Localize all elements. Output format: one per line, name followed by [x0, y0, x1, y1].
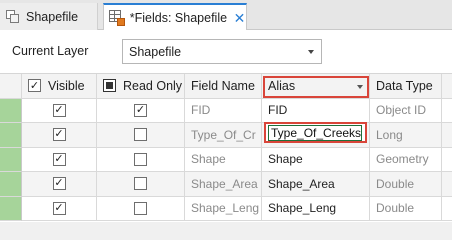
overflow-cell	[442, 172, 452, 197]
read-only-checkbox[interactable]	[134, 128, 147, 142]
read-only-cell	[97, 172, 185, 197]
column-header-read-only[interactable]: Read Only	[97, 74, 185, 99]
alias-cell[interactable]: FID	[262, 98, 370, 123]
column-label: Data Type	[376, 78, 433, 93]
column-label: Visible	[48, 78, 85, 93]
select-all-cell[interactable]	[0, 74, 22, 99]
tab-shapefile[interactable]: Shapefile	[0, 3, 98, 30]
column-header-data-type[interactable]: Data Type	[370, 74, 442, 99]
alias-input[interactable]: Type_Of_Creeks	[268, 124, 362, 141]
visible-cell: ✓	[22, 123, 97, 148]
overflow-cell	[442, 99, 452, 123]
visible-checkbox[interactable]: ✓	[52, 152, 66, 166]
table-row[interactable]: ✓ Shape_Area Shape_Area Double	[0, 172, 452, 197]
field-name-cell: Shape_Area	[185, 172, 262, 197]
read-only-all-checkbox[interactable]	[103, 79, 116, 93]
data-type-cell: Double	[370, 172, 442, 197]
field-name-cell: Type_Of_Cr	[185, 123, 262, 148]
overflow-cell	[442, 197, 452, 221]
column-label: Alias	[268, 78, 296, 93]
data-type-cell: Geometry	[370, 147, 442, 172]
table-row[interactable]: ✓ Shape Shape Geometry	[0, 147, 452, 172]
tab-bar: Shapefile *Fields: Shapefile ✕	[0, 0, 452, 31]
tab-label: *Fields: Shapefile	[129, 11, 228, 25]
table-row[interactable]: ✓ ✓ FID FID Object ID	[0, 98, 452, 123]
column-header-field-name[interactable]: Field Name	[185, 74, 262, 99]
read-only-checkbox[interactable]	[134, 201, 147, 215]
data-type-cell: Object ID	[370, 98, 442, 123]
close-icon[interactable]: ✕	[233, 11, 246, 25]
table-row[interactable]: ✓ Shape_Leng Shape_Leng Double	[0, 196, 452, 221]
chevron-down-icon[interactable]	[357, 85, 363, 89]
visible-all-checkbox[interactable]: ✓	[28, 79, 41, 93]
read-only-cell: ✓	[97, 98, 185, 123]
table-row[interactable]: ✓ Type_Of_Cr Long	[0, 123, 452, 148]
visible-cell: ✓	[22, 172, 97, 197]
data-type-cell: Long	[370, 123, 442, 148]
column-label: Read Only	[123, 78, 183, 93]
column-header-alias[interactable]: Alias	[262, 74, 370, 99]
layer-icon	[6, 9, 20, 24]
alias-cell[interactable]: Shape_Leng	[262, 196, 370, 221]
row-selector[interactable]	[0, 123, 22, 148]
fields-table-icon	[109, 10, 125, 26]
read-only-checkbox[interactable]	[134, 152, 147, 166]
current-layer-row: Current Layer Shapefile	[0, 30, 452, 73]
row-selector[interactable]	[0, 196, 22, 221]
tab-fields-shapefile[interactable]: *Fields: Shapefile ✕	[103, 3, 247, 31]
field-name-cell: FID	[185, 98, 262, 123]
read-only-cell	[97, 196, 185, 221]
data-type-cell: Double	[370, 196, 442, 221]
row-selector[interactable]	[0, 98, 22, 123]
alias-cell[interactable]: Shape_Area	[262, 172, 370, 197]
visible-cell: ✓	[22, 196, 97, 221]
row-selector[interactable]	[0, 147, 22, 172]
chevron-down-icon	[308, 50, 314, 54]
grid-header: ✓ Visible Read Only Field Name Alias Dat…	[0, 74, 452, 99]
visible-checkbox[interactable]: ✓	[52, 103, 66, 117]
visible-checkbox[interactable]: ✓	[52, 128, 66, 142]
row-selector[interactable]	[0, 172, 22, 197]
overflow-cell	[442, 123, 452, 148]
read-only-checkbox[interactable]	[134, 177, 147, 191]
read-only-checkbox[interactable]: ✓	[134, 103, 147, 117]
visible-cell: ✓	[22, 147, 97, 172]
visible-checkbox[interactable]: ✓	[52, 177, 66, 191]
alias-cell[interactable]: Shape	[262, 147, 370, 172]
field-name-cell: Shape	[185, 147, 262, 172]
column-header-visible[interactable]: ✓ Visible	[22, 74, 97, 99]
alias-edit-field[interactable]: Type_Of_Creeks	[264, 122, 367, 143]
current-layer-label: Current Layer	[12, 44, 89, 58]
visible-checkbox[interactable]: ✓	[52, 201, 66, 215]
field-name-cell: Shape_Leng	[185, 196, 262, 221]
visible-cell: ✓	[22, 98, 97, 123]
fields-grid: ✓ Visible Read Only Field Name Alias Dat…	[0, 73, 452, 222]
column-label: Field Name	[191, 78, 255, 93]
read-only-cell	[97, 123, 185, 148]
read-only-cell	[97, 147, 185, 172]
current-layer-dropdown[interactable]: Shapefile	[122, 39, 322, 64]
overflow-cell	[442, 148, 452, 172]
column-header-overflow	[442, 74, 452, 99]
tab-label: Shapefile	[26, 9, 79, 24]
current-layer-value: Shapefile	[129, 44, 182, 59]
